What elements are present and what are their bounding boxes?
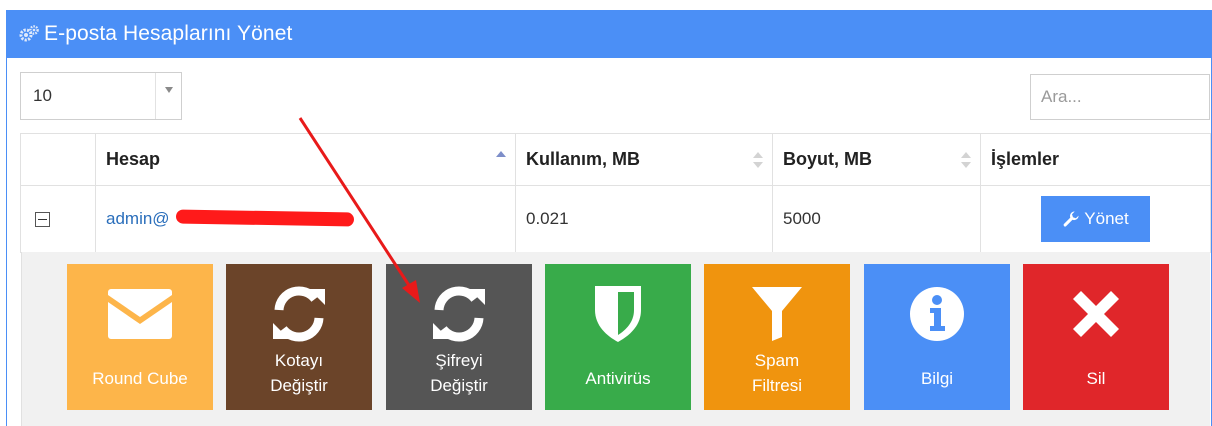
change-quota-label-line1: Kotayı	[274, 351, 324, 370]
actions-cell: Yönet	[980, 185, 1211, 253]
account-email-text: admin@	[106, 209, 170, 228]
envelope-icon	[108, 289, 172, 339]
spam-filter-label-line1: Spam	[754, 351, 800, 370]
change-password-label-line2: Değiştir	[430, 376, 488, 395]
column-header-usage[interactable]: Kullanım, MB	[515, 133, 773, 186]
expand-cell	[20, 185, 96, 253]
table-header-row: Hesap Kullanım, MB Boyut, MB İşlemler	[20, 133, 1211, 186]
antivirus-tile[interactable]: Antivirüs	[545, 264, 691, 410]
accounts-table: Hesap Kullanım, MB Boyut, MB İşlemler ad…	[20, 133, 1211, 253]
change-password-tile[interactable]: Şifreyi Değiştir	[386, 264, 532, 410]
info-icon	[910, 287, 964, 341]
roundcube-label: Round Cube	[92, 369, 188, 388]
column-header-size[interactable]: Boyut, MB	[772, 133, 981, 186]
panel-header: E-posta Hesaplarını Yönet	[6, 10, 1212, 58]
roundcube-tile[interactable]: Round Cube	[67, 264, 213, 410]
column-header-size-label: Boyut, MB	[783, 149, 872, 169]
column-header-usage-label: Kullanım, MB	[526, 149, 641, 169]
account-email-link[interactable]: admin@	[106, 209, 355, 228]
manage-button-label: Yönet	[1084, 209, 1129, 228]
delete-tile[interactable]: Sil	[1023, 264, 1169, 410]
delete-label: Sil	[1086, 369, 1106, 388]
info-tile[interactable]: Bilgi	[864, 264, 1010, 410]
sort-both-icon	[753, 152, 763, 168]
column-header-account-label: Hesap	[106, 149, 161, 169]
filter-icon	[752, 287, 802, 341]
column-header-account[interactable]: Hesap	[95, 133, 516, 186]
account-cell: admin@	[95, 185, 516, 253]
spam-filter-label-line2: Filtresi	[751, 376, 803, 395]
page-length-value: 10	[33, 86, 52, 105]
size-cell: 5000	[772, 185, 981, 253]
sort-asc-icon	[496, 151, 506, 157]
dropdown-arrow[interactable]	[155, 73, 181, 119]
antivirus-label: Antivirüs	[585, 369, 651, 388]
caret-down-icon	[164, 87, 173, 93]
sort-both-icon	[961, 152, 971, 168]
column-header-expand	[20, 133, 96, 186]
shield-icon	[595, 286, 641, 342]
change-quota-label-line2: Değiştir	[270, 376, 328, 395]
close-icon	[1073, 291, 1119, 337]
search-input[interactable]	[1030, 74, 1210, 120]
page-title: E-posta Hesaplarını Yönet	[44, 22, 293, 45]
change-password-label-line1: Şifreyi	[435, 351, 483, 370]
change-quota-tile[interactable]: Kotayı Değiştir	[226, 264, 372, 410]
spam-filter-tile[interactable]: Spam Filtresi	[704, 264, 850, 410]
redaction-mark	[175, 209, 355, 227]
refresh-icon	[433, 286, 485, 342]
usage-cell: 0.021	[515, 185, 773, 253]
wrench-icon	[1063, 211, 1079, 227]
collapse-toggle-icon[interactable]	[35, 212, 50, 228]
table-row: admin@ 0.021 5000 Yönet	[20, 185, 1211, 253]
gears-icon	[19, 25, 39, 42]
info-label: Bilgi	[920, 369, 954, 388]
manage-button[interactable]: Yönet	[1041, 196, 1150, 242]
page-length-select[interactable]: 10	[20, 72, 182, 120]
column-header-actions: İşlemler	[980, 133, 1211, 186]
refresh-icon	[273, 286, 325, 342]
